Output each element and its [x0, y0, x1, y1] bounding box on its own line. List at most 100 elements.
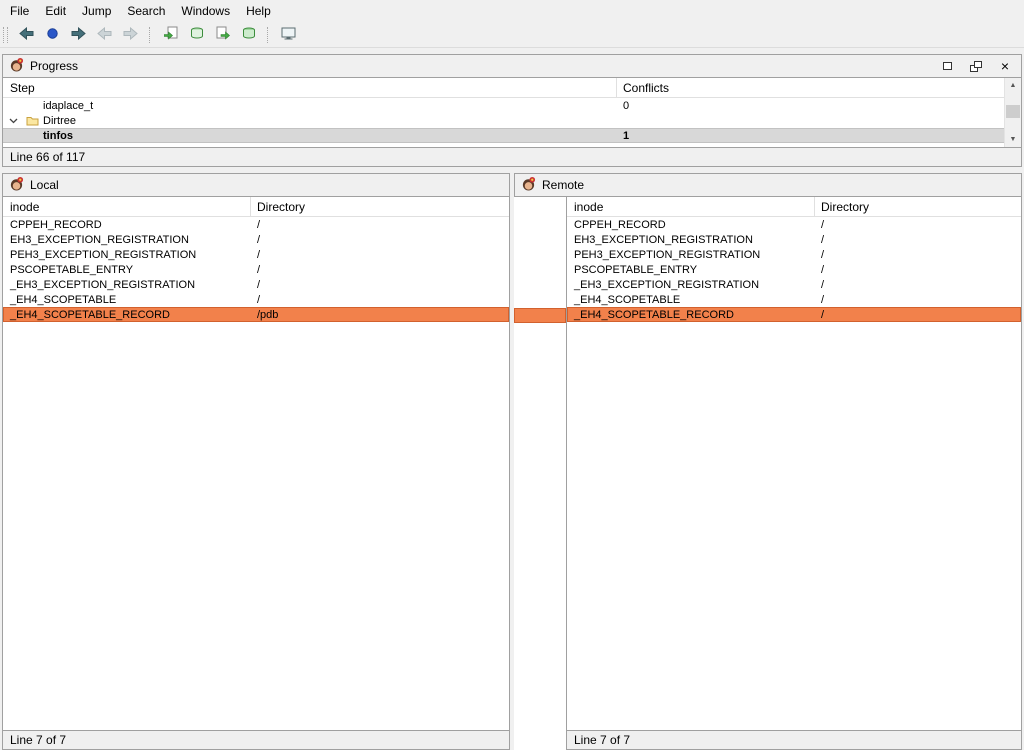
merge-panes: Local inode Directory CPPEH_RECORD/EH3_E…: [0, 167, 1024, 750]
save-file-button[interactable]: [210, 24, 235, 46]
remote-table-row[interactable]: _EH3_EXCEPTION_REGISTRATION/: [567, 277, 1021, 292]
progress-panel: Progress × Step Conflicts idaplace_t 0 Dir…: [2, 54, 1022, 167]
remote-panel-title: Remote: [542, 178, 1015, 192]
menu-windows[interactable]: Windows: [173, 1, 238, 21]
back-button[interactable]: [92, 24, 117, 46]
progress-row[interactable]: idaplace_t 0: [3, 98, 1021, 113]
remote-titlebar[interactable]: Remote: [514, 173, 1022, 197]
jump-forward-button[interactable]: [66, 24, 91, 46]
local-table: inode Directory CPPEH_RECORD/EH3_EXCEPTI…: [2, 197, 510, 731]
local-titlebar[interactable]: Local: [2, 173, 510, 197]
menu-edit[interactable]: Edit: [37, 1, 74, 21]
load-file-button[interactable]: [158, 24, 183, 46]
scroll-down-button[interactable]: ▼: [1005, 132, 1021, 147]
directory-cell: /: [815, 249, 1021, 261]
local-table-row[interactable]: PEH3_EXCEPTION_REGISTRATION/: [3, 247, 509, 262]
local-table-row[interactable]: CPPEH_RECORD/: [3, 217, 509, 232]
directory-cell: /: [815, 309, 1021, 321]
remote-table-row[interactable]: _EH4_SCOPETABLE/: [567, 292, 1021, 307]
progress-table: Step Conflicts idaplace_t 0 Dirtreetinfos1…: [2, 78, 1022, 148]
restore-button[interactable]: [940, 59, 954, 73]
column-header-directory[interactable]: Directory: [251, 197, 509, 216]
inode-cell: _EH4_SCOPETABLE: [567, 294, 815, 306]
scroll-up-button[interactable]: ▲: [1005, 78, 1021, 93]
menu-jump[interactable]: Jump: [74, 1, 119, 21]
arrow-right-disabled-icon: [123, 27, 138, 43]
database-icon: [190, 27, 204, 43]
arrow-left-icon: [19, 27, 34, 43]
progress-row[interactable]: tinfos1: [3, 128, 1021, 143]
conflict-marker: [514, 308, 566, 323]
inode-cell: _EH3_EXCEPTION_REGISTRATION: [3, 279, 251, 291]
directory-cell: /: [251, 264, 509, 276]
local-table-row[interactable]: _EH4_SCOPETABLE_RECORD/pdb: [3, 307, 509, 322]
column-header-directory[interactable]: Directory: [815, 197, 1021, 216]
directory-cell: /: [815, 294, 1021, 306]
menu-file[interactable]: File: [2, 1, 37, 21]
column-header-inode[interactable]: inode: [3, 197, 251, 216]
inode-cell: PEH3_EXCEPTION_REGISTRATION: [567, 249, 815, 261]
column-header-step[interactable]: Step: [3, 78, 617, 97]
save-database-button[interactable]: [236, 24, 261, 46]
remote-table-row[interactable]: _EH4_SCOPETABLE_RECORD/: [567, 307, 1021, 322]
column-header-conflicts[interactable]: Conflicts: [617, 78, 1021, 97]
diff-gutter: [514, 197, 566, 750]
remote-table: inode Directory CPPEH_RECORD/EH3_EXCEPTI…: [566, 197, 1022, 731]
directory-cell: /: [251, 219, 509, 231]
remote-table-area: inode Directory CPPEH_RECORD/EH3_EXCEPTI…: [566, 197, 1022, 750]
app-icon: [9, 176, 24, 194]
directory-cell: /: [251, 294, 509, 306]
open-database-button[interactable]: [184, 24, 209, 46]
directory-cell: /: [815, 219, 1021, 231]
progress-status: Line 66 of 117: [2, 148, 1022, 167]
directory-cell: /: [251, 279, 509, 291]
directory-cell: /pdb: [251, 309, 509, 321]
menu-help[interactable]: Help: [238, 1, 279, 21]
menu-search[interactable]: Search: [119, 1, 173, 21]
local-table-row[interactable]: _EH4_SCOPETABLE/: [3, 292, 509, 307]
progress-table-header: Step Conflicts: [3, 78, 1021, 98]
step-cell: tinfos: [3, 128, 617, 143]
panel-title: Progress: [30, 59, 934, 73]
chevron-down-icon[interactable]: [9, 118, 18, 124]
local-row-list: CPPEH_RECORD/EH3_EXCEPTION_REGISTRATION/…: [3, 217, 509, 730]
remote-table-row[interactable]: CPPEH_RECORD/: [567, 217, 1021, 232]
local-panel: Local inode Directory CPPEH_RECORD/EH3_E…: [2, 173, 510, 750]
local-table-row[interactable]: _EH3_EXCEPTION_REGISTRATION/: [3, 277, 509, 292]
jump-back-button[interactable]: [14, 24, 39, 46]
directory-cell: /: [815, 279, 1021, 291]
local-table-row[interactable]: PSCOPETABLE_ENTRY/: [3, 262, 509, 277]
vertical-scrollbar[interactable]: ▲ ▼: [1004, 78, 1021, 147]
remote-table-row[interactable]: PSCOPETABLE_ENTRY/: [567, 262, 1021, 277]
step-cell: idaplace_t: [3, 98, 617, 113]
inode-cell: CPPEH_RECORD: [3, 219, 251, 231]
step-label: tinfos: [43, 130, 73, 142]
scrollbar-thumb[interactable]: [1006, 105, 1020, 119]
remote-table-row[interactable]: PEH3_EXCEPTION_REGISTRATION/: [567, 247, 1021, 262]
forward-button[interactable]: [118, 24, 143, 46]
stop-button[interactable]: [40, 24, 65, 46]
toolbar: [0, 22, 1024, 48]
inode-cell: EH3_EXCEPTION_REGISTRATION: [567, 234, 815, 246]
step-label: idaplace_t: [43, 100, 93, 112]
blue-dot-icon: [47, 28, 58, 42]
inode-cell: PSCOPETABLE_ENTRY: [567, 264, 815, 276]
remote-row-list: CPPEH_RECORD/EH3_EXCEPTION_REGISTRATION/…: [567, 217, 1021, 730]
progress-row[interactable]: Dirtree: [3, 113, 1021, 128]
window-buttons: ×: [940, 59, 1012, 73]
inode-cell: _EH4_SCOPETABLE: [3, 294, 251, 306]
arrow-right-icon: [71, 27, 86, 43]
close-button[interactable]: ×: [998, 59, 1012, 73]
step-label: Dirtree: [43, 115, 76, 127]
local-table-row[interactable]: EH3_EXCEPTION_REGISTRATION/: [3, 232, 509, 247]
file-import-icon: [164, 26, 178, 43]
progress-titlebar[interactable]: Progress ×: [2, 54, 1022, 78]
scrollbar-track[interactable]: [1005, 93, 1021, 132]
float-button[interactable]: [969, 59, 983, 73]
remote-content: inode Directory CPPEH_RECORD/EH3_EXCEPTI…: [514, 197, 1022, 750]
remote-table-row[interactable]: EH3_EXCEPTION_REGISTRATION/: [567, 232, 1021, 247]
desktop-button[interactable]: [276, 24, 301, 46]
conflicts-cell: 0: [617, 100, 1021, 112]
column-header-inode[interactable]: inode: [567, 197, 815, 216]
inode-cell: _EH3_EXCEPTION_REGISTRATION: [567, 279, 815, 291]
